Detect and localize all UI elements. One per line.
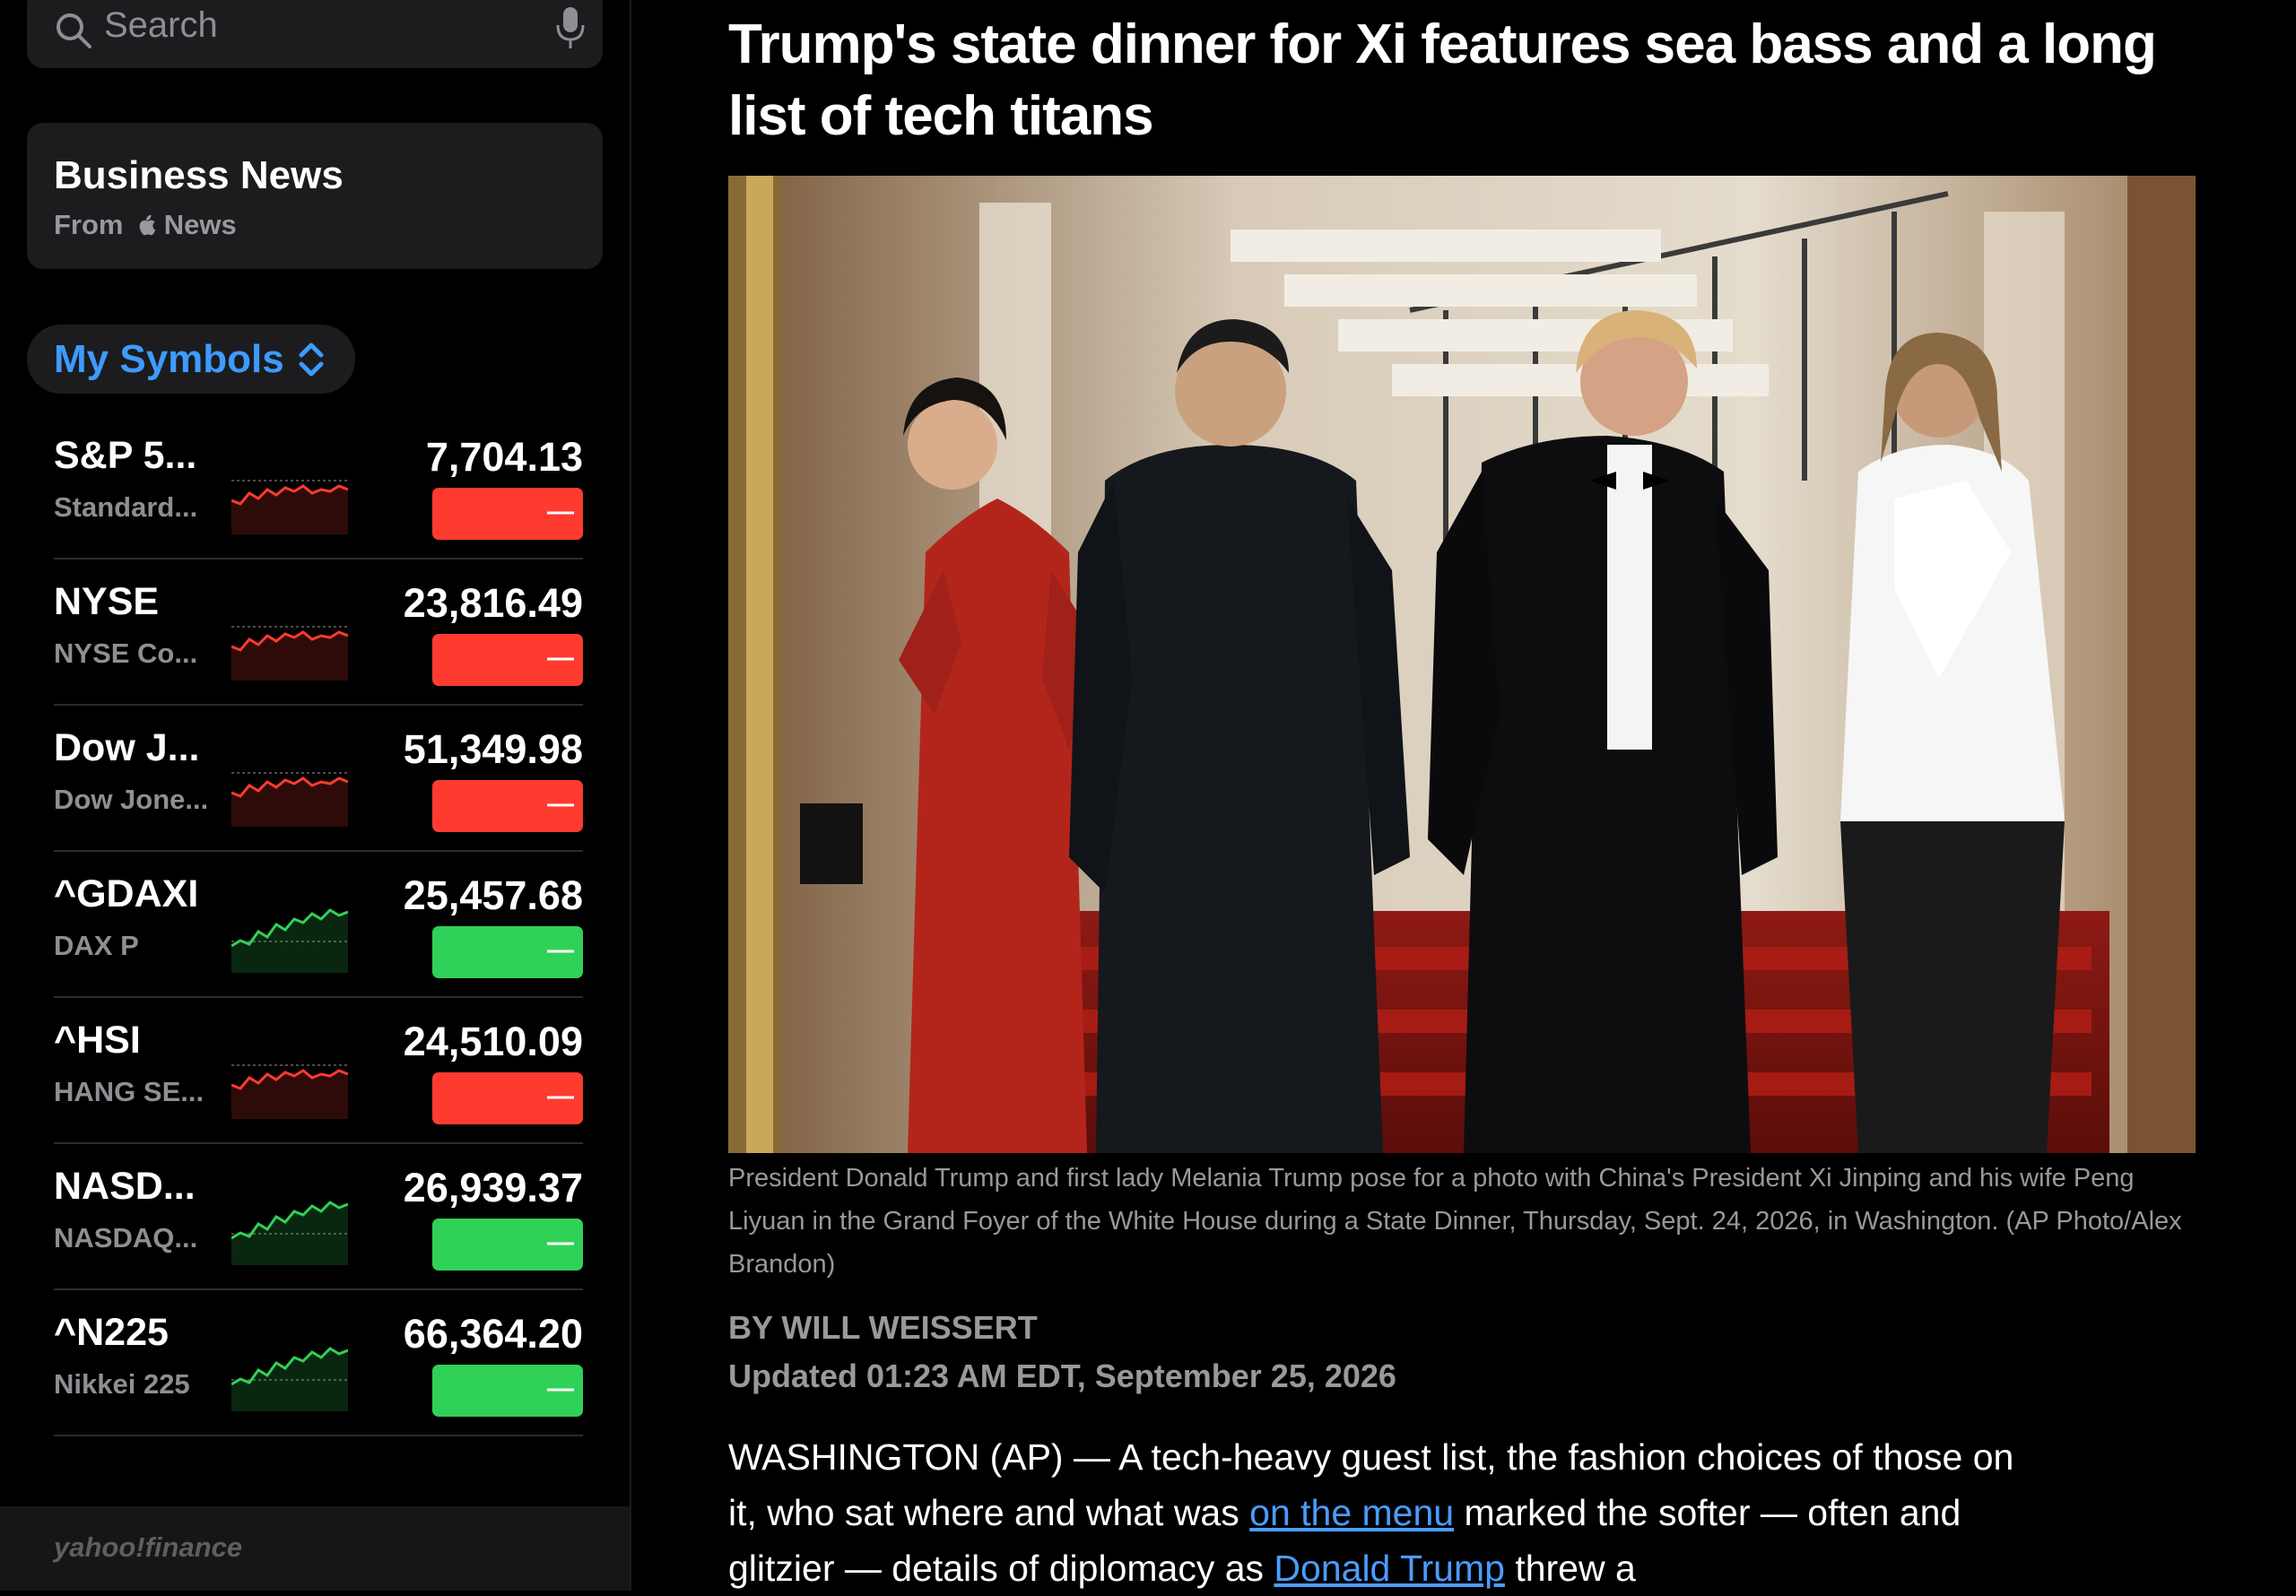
row-separator — [54, 704, 583, 706]
sparkline-chart — [231, 1201, 348, 1265]
updated-timestamp: Updated 01:23 AM EDT, September 25, 2026 — [728, 1357, 1396, 1394]
chevron-up-down-icon — [299, 343, 324, 377]
from-label: From — [54, 209, 124, 240]
stock-row[interactable]: S&P 5... Standard... 7,704.13 — — [54, 414, 583, 559]
sparkline-chart — [231, 772, 348, 827]
row-separator — [54, 996, 583, 998]
stock-row[interactable]: NASD... NASDAQ... 26,939.37 — — [54, 1145, 583, 1290]
row-separator — [54, 558, 583, 559]
donald-trump-link[interactable]: Donald Trump — [1274, 1548, 1505, 1589]
stock-symbol: ^N225 — [54, 1311, 169, 1354]
stock-name: Dow Jone... — [54, 784, 209, 815]
stock-symbol: ^GDAXI — [54, 872, 199, 915]
change-value: — — [547, 789, 574, 819]
article-headline: Trump's state dinner for Xi features sea… — [728, 13, 2157, 147]
stock-row[interactable]: NYSE NYSE Co... 23,816.49 — — [54, 560, 583, 706]
search-icon — [57, 13, 91, 48]
change-value: — — [547, 1081, 574, 1111]
stock-price: 24,510.09 — [403, 1019, 583, 1064]
change-value: — — [547, 935, 574, 965]
change-value: — — [547, 1227, 574, 1257]
stock-name: Standard... — [54, 491, 198, 523]
sidebar: Search Business News From News My Symbol… — [0, 0, 630, 1591]
stock-name: NYSE Co... — [54, 638, 198, 669]
stock-price: 25,457.68 — [403, 872, 583, 918]
stock-price: 51,349.98 — [403, 726, 583, 772]
change-badge[interactable]: — — [432, 1072, 583, 1124]
stock-symbol: S&P 5... — [54, 434, 197, 477]
stock-symbol: Dow J... — [54, 726, 200, 769]
search-field[interactable]: Search — [27, 0, 603, 68]
stock-row[interactable]: Dow J... Dow Jone... 51,349.98 — — [54, 707, 583, 852]
stock-symbol: ^HSI — [54, 1019, 141, 1062]
change-badge[interactable]: — — [432, 1219, 583, 1271]
stock-symbol: NASD... — [54, 1165, 196, 1208]
yahoo-finance-logo: yahoo!finance — [54, 1531, 243, 1563]
change-badge[interactable]: — — [432, 488, 583, 540]
article-photo[interactable] — [728, 176, 2196, 1153]
stock-price: 23,816.49 — [403, 580, 583, 626]
sparkline-chart — [231, 1347, 348, 1411]
stock-row[interactable]: ^HSI HANG SE... 24,510.09 — — [54, 999, 583, 1144]
row-separator — [54, 1288, 583, 1290]
sparkline-chart — [231, 480, 348, 534]
sparkline-chart — [231, 626, 348, 681]
news-brand-label: News — [163, 209, 237, 240]
search-input[interactable]: Search — [104, 5, 218, 46]
change-badge[interactable]: — — [432, 634, 583, 686]
stock-name: HANG SE... — [54, 1076, 204, 1107]
microphone-icon[interactable] — [554, 5, 587, 50]
on-the-menu-link[interactable]: on the menu — [1249, 1492, 1454, 1533]
stock-name: DAX P — [54, 930, 139, 961]
change-badge[interactable]: — — [432, 1365, 583, 1417]
apple-logo-icon — [139, 214, 156, 236]
my-symbols-label: My Symbols — [54, 337, 284, 381]
sparkline-chart — [231, 1064, 348, 1119]
stock-price: 66,364.20 — [403, 1311, 583, 1357]
business-news-title: Business News — [54, 153, 344, 197]
body-text-3: threw a — [1504, 1548, 1636, 1589]
sidebar-divider — [630, 0, 631, 1591]
change-badge[interactable]: — — [432, 780, 583, 832]
byline: BY WILL WEISSERT — [728, 1309, 1038, 1346]
stock-symbol: NYSE — [54, 580, 160, 623]
sparkline-chart — [231, 908, 348, 973]
row-separator — [54, 1142, 583, 1144]
my-symbols-selector[interactable]: My Symbols — [27, 325, 355, 394]
photo-caption: President Donald Trump and first lady Me… — [728, 1164, 2182, 1279]
change-value: — — [547, 497, 574, 526]
stock-name: Nikkei 225 — [54, 1368, 190, 1400]
stock-row[interactable]: ^GDAXI DAX P 25,457.68 — — [54, 853, 583, 998]
change-badge[interactable]: — — [432, 926, 583, 978]
change-value: — — [547, 643, 574, 672]
stock-price: 26,939.37 — [403, 1165, 583, 1210]
business-news-source: From News — [54, 209, 237, 241]
article-body: WASHINGTON (AP) — A tech-heavy guest lis… — [728, 1429, 2038, 1596]
row-separator — [54, 850, 583, 852]
footer: yahoo!finance — [0, 1506, 630, 1591]
state-dinner-photo — [728, 176, 2196, 1153]
stock-row[interactable]: ^N225 Nikkei 225 66,364.20 — — [54, 1291, 583, 1436]
change-value: — — [547, 1374, 574, 1403]
business-news-card[interactable]: Business News From News — [27, 123, 603, 269]
row-separator — [54, 1435, 583, 1436]
stock-price: 7,704.13 — [425, 434, 583, 480]
stock-name: NASDAQ... — [54, 1222, 198, 1253]
